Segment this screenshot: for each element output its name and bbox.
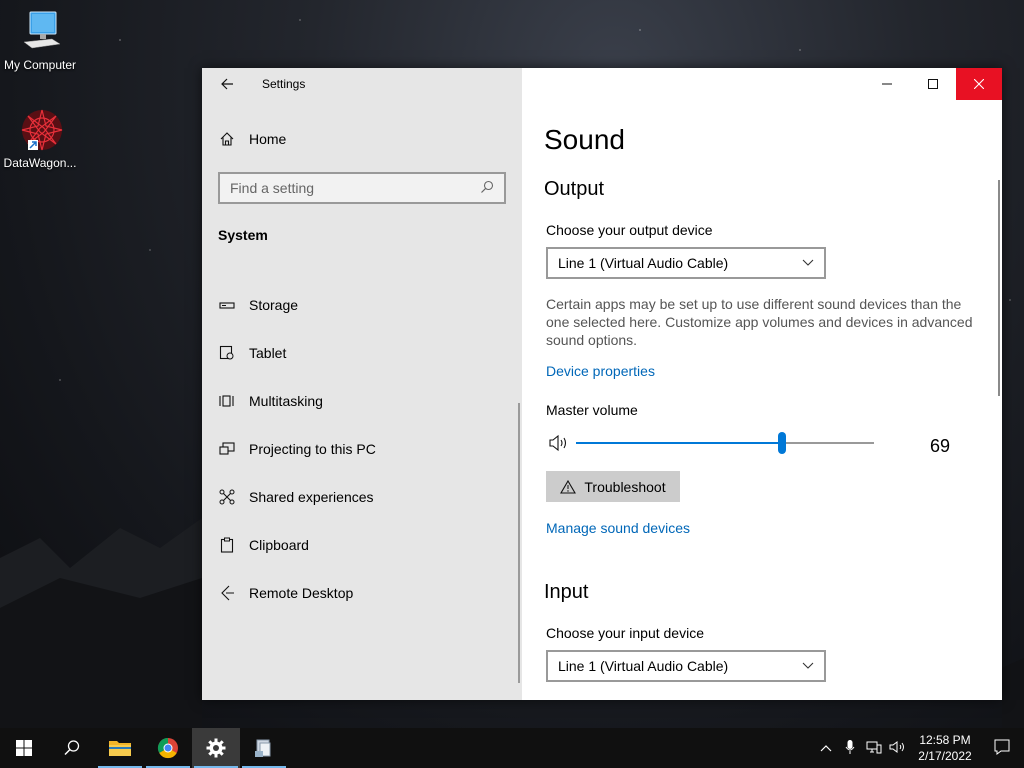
tablet-icon <box>218 344 236 362</box>
taskbar-chrome[interactable] <box>144 728 192 768</box>
windows-logo-icon <box>16 740 32 756</box>
sidebar-section-heading: System <box>218 227 268 243</box>
output-device-label: Choose your output device <box>546 222 713 238</box>
computer-icon <box>16 8 64 56</box>
sidebar-item-multitasking[interactable]: Multitasking <box>218 377 508 425</box>
sidebar-item-label: Projecting to this PC <box>249 441 376 457</box>
sidebar-item-label: Multitasking <box>249 393 323 409</box>
maximize-icon <box>928 79 938 89</box>
output-description: Certain apps may be set up to use differ… <box>546 296 973 348</box>
slider-fill <box>576 442 782 444</box>
desktop-icon-datawagon[interactable]: DataWagon... <box>0 106 80 170</box>
device-properties-link[interactable]: Device properties <box>546 363 655 379</box>
taskbar-search-button[interactable] <box>48 728 96 768</box>
clock-date: 2/17/2022 <box>918 749 972 763</box>
projecting-icon <box>218 440 236 458</box>
input-device-label: Choose your input device <box>546 625 704 641</box>
settings-sidebar: Settings Home System Storage Tablet <box>202 68 522 700</box>
slider-thumb[interactable] <box>778 432 786 454</box>
manage-sound-devices-link[interactable]: Manage sound devices <box>546 520 690 536</box>
output-device-value: Line 1 (Virtual Audio Cable) <box>558 255 729 271</box>
master-volume-slider[interactable] <box>548 432 968 456</box>
troubleshoot-label: Troubleshoot <box>584 478 666 495</box>
sidebar-item-label: Tablet <box>249 345 287 361</box>
microphone-icon[interactable] <box>838 739 862 758</box>
sidebar-item-label: Remote Desktop <box>249 585 354 601</box>
sidebar-item-shared-experiences[interactable]: Shared experiences <box>218 473 508 521</box>
content-scrollbar[interactable] <box>998 180 1000 396</box>
search-box[interactable] <box>218 172 506 204</box>
window-controls <box>864 68 1002 100</box>
output-heading: Output <box>544 178 605 200</box>
sound-settings-page: Sound Output Choose your output device L… <box>522 68 1002 700</box>
notifications-icon[interactable] <box>980 739 1024 758</box>
input-device-dropdown[interactable]: Line 1 (Virtual Audio Cable) <box>546 650 826 682</box>
troubleshoot-button[interactable]: Troubleshoot <box>546 471 680 502</box>
settings-window: Settings Home System Storage Tablet <box>202 68 1002 700</box>
window-title: Settings <box>262 77 306 91</box>
network-icon[interactable] <box>862 740 886 757</box>
input-device-value: Line 1 (Virtual Audio Cable) <box>558 658 729 674</box>
chevron-down-icon <box>802 259 814 266</box>
titlebar-left: Settings <box>202 68 522 100</box>
datawagon-app-icon <box>16 106 64 154</box>
start-button[interactable] <box>0 728 48 768</box>
taskbar-file-explorer[interactable] <box>96 728 144 768</box>
minimize-button[interactable] <box>864 68 910 100</box>
volume-icon[interactable] <box>886 740 910 757</box>
tray-chevron-up-icon[interactable] <box>814 741 838 755</box>
chrome-icon <box>157 737 178 759</box>
storage-icon <box>218 296 236 314</box>
sidebar-nav-list: Storage Tablet Multitasking Projecting t… <box>218 281 508 617</box>
home-icon <box>218 130 236 148</box>
multitasking-icon <box>218 392 236 410</box>
output-device-dropdown[interactable]: Line 1 (Virtual Audio Cable) <box>546 247 826 279</box>
system-tray: 12:58 PM 2/17/2022 <box>814 728 1024 768</box>
clock-time: 12:58 PM <box>919 733 971 747</box>
shared-experiences-icon <box>218 488 236 506</box>
app-icon <box>255 739 271 757</box>
minimize-icon <box>882 83 892 85</box>
back-arrow-icon <box>221 78 233 90</box>
search-icon <box>64 740 80 756</box>
sidebar-item-storage[interactable]: Storage <box>218 281 508 329</box>
sidebar-item-label: Storage <box>249 297 299 313</box>
sidebar-item-tablet[interactable]: Tablet <box>218 329 508 377</box>
page-title: Sound <box>544 124 625 155</box>
nav-home-label: Home <box>249 131 287 147</box>
warning-icon <box>560 479 577 494</box>
gear-icon <box>206 738 226 758</box>
taskbar-app[interactable] <box>240 728 288 768</box>
sidebar-item-label: Shared experiences <box>249 489 374 505</box>
sidebar-item-projecting[interactable]: Projecting to this PC <box>218 425 508 473</box>
folder-icon <box>109 741 131 756</box>
remote-desktop-icon <box>218 584 236 602</box>
desktop-icon-my-computer[interactable]: My Computer <box>0 8 80 72</box>
input-heading: Input <box>544 581 589 603</box>
maximize-button[interactable] <box>910 68 956 100</box>
close-button[interactable] <box>956 68 1002 100</box>
desktop-icon-label: My Computer <box>3 58 77 72</box>
search-icon <box>480 180 494 197</box>
master-volume-value: 69 <box>930 436 951 456</box>
sidebar-item-remote-desktop[interactable]: Remote Desktop <box>218 569 508 617</box>
taskbar-settings[interactable] <box>192 728 240 768</box>
master-volume-label: Master volume <box>546 402 638 418</box>
clock[interactable]: 12:58 PM 2/17/2022 <box>910 732 980 764</box>
taskbar: 12:58 PM 2/17/2022 <box>0 728 1024 768</box>
search-input[interactable] <box>230 180 480 196</box>
speaker-icon[interactable] <box>548 433 570 453</box>
sidebar-scrollbar[interactable] <box>518 403 520 683</box>
chevron-down-icon <box>802 662 814 669</box>
desktop-icon-label: DataWagon... <box>3 156 77 170</box>
back-button[interactable] <box>216 73 238 95</box>
nav-home[interactable]: Home <box>218 130 286 148</box>
sidebar-item-label: Clipboard <box>249 537 309 553</box>
close-icon <box>974 79 984 89</box>
clipboard-icon <box>218 536 236 554</box>
sidebar-item-clipboard[interactable]: Clipboard <box>218 521 508 569</box>
